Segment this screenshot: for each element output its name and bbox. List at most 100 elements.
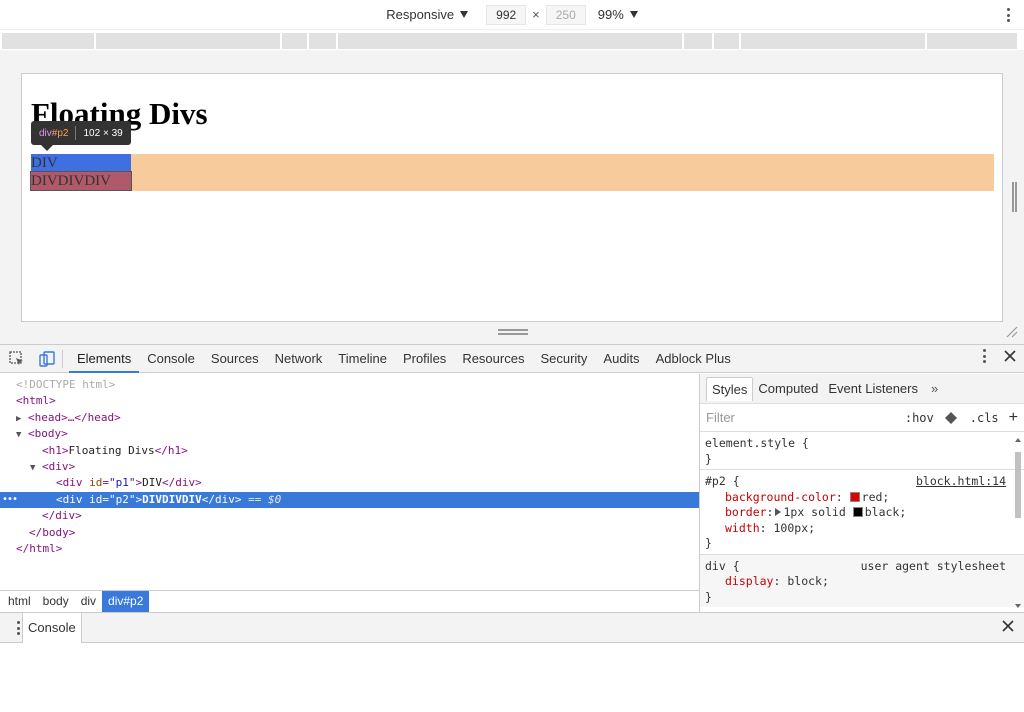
expand-shorthand-icon[interactable] <box>775 508 782 516</box>
ellipsis-icon[interactable]: ••• <box>2 492 18 508</box>
media-query-segment[interactable] <box>2 33 94 49</box>
media-query-segment[interactable] <box>927 33 1017 49</box>
inspect-element-icon[interactable] <box>8 350 26 368</box>
p2-style-rule[interactable]: #p2 { block.html:14 background-color: re… <box>700 470 1024 555</box>
scroll-up-icon[interactable] <box>1014 436 1022 444</box>
dom-body-close[interactable]: </body> <box>0 525 699 541</box>
breadcrumb: html body div div#p2 <box>0 590 699 612</box>
dom-div-close[interactable]: </div> <box>0 508 699 524</box>
page-viewport: Floating Divs DIV DIVDIVDIV div #p2 102 ×… <box>21 73 1003 322</box>
width-resize-handle[interactable] <box>1012 182 1017 212</box>
zoom-dropdown[interactable]: 99% <box>598 7 638 22</box>
tooltip-tag: div <box>39 127 52 139</box>
collapse-arrow-icon[interactable]: ▼ <box>16 427 28 443</box>
device-mode-label: Responsive <box>386 7 455 22</box>
dom-h1-node[interactable]: <h1>Floating Divs</h1> <box>0 443 699 459</box>
dom-head-node[interactable]: ▶ <head>…</head> <box>0 410 699 426</box>
media-query-bar <box>2 33 1019 49</box>
tab-sources[interactable]: Sources <box>203 345 267 373</box>
dom-p2-node-selected[interactable]: ••• <div id="p2">DIVDIVDIV</div> == $0 <box>0 491 699 509</box>
more-options-icon[interactable] <box>1006 8 1010 22</box>
viewport-height-input[interactable]: 250 <box>545 4 586 25</box>
media-query-segment[interactable] <box>684 33 712 49</box>
close-brace: } <box>705 589 712 604</box>
tab-resources[interactable]: Resources <box>454 345 532 373</box>
close-brace: } <box>705 536 712 550</box>
expand-arrow-icon[interactable]: ▶ <box>16 411 28 427</box>
breadcrumb-body[interactable]: body <box>37 591 75 612</box>
media-query-segment[interactable] <box>309 33 336 49</box>
tab-profiles[interactable]: Profiles <box>395 345 454 373</box>
display-property: display: block; <box>725 574 829 588</box>
border-property[interactable]: border: 1px solid black; <box>705 505 1020 521</box>
dollar-zero-marker: == $0 <box>248 492 282 506</box>
tab-computed[interactable]: Computed <box>753 377 823 401</box>
chevron-down-icon <box>460 11 469 18</box>
media-query-segment[interactable] <box>96 33 280 49</box>
device-mode-dropdown[interactable]: Responsive <box>386 7 469 22</box>
viewport-width-input[interactable]: 992 <box>486 4 527 25</box>
tab-styles[interactable]: Styles <box>706 376 754 401</box>
dom-doctype[interactable]: <!DOCTYPE html> <box>0 377 699 393</box>
breadcrumb-div[interactable]: div <box>75 591 102 612</box>
p2-div: DIVDIVDIV <box>30 171 132 191</box>
tab-security[interactable]: Security <box>532 345 595 373</box>
tab-audits[interactable]: Audits <box>595 345 647 373</box>
dom-body-node[interactable]: ▼ <body> <box>0 426 699 442</box>
tooltip-id: #p2 <box>51 127 69 139</box>
styles-pane: Styles Computed Event Listeners » Filter… <box>700 374 1024 612</box>
width-property[interactable]: width: 100px; <box>705 521 1020 537</box>
add-rule-icon[interactable]: + <box>1009 409 1018 427</box>
styles-scrollbar[interactable] <box>1014 434 1022 612</box>
black-swatch[interactable] <box>852 507 863 517</box>
close-icon[interactable] <box>1004 350 1016 362</box>
corner-resize-icon[interactable] <box>1006 326 1018 338</box>
tab-elements[interactable]: Elements <box>69 345 140 373</box>
device-toggle-icon[interactable] <box>38 350 56 368</box>
dom-html-node[interactable]: <html> <box>0 393 699 409</box>
media-query-segment[interactable] <box>741 33 925 49</box>
hover-state-button[interactable]: :hov <box>905 411 934 425</box>
breadcrumb-html[interactable]: html <box>2 591 37 612</box>
devtools-menu-icon[interactable] <box>982 349 986 363</box>
tab-network[interactable]: Network <box>267 345 331 373</box>
console-drawer-bar: Console <box>0 612 1024 643</box>
filter-input[interactable]: Filter <box>706 410 905 425</box>
dom-html-close[interactable]: </html> <box>0 541 699 557</box>
breadcrumb-div-p2[interactable]: div#p2 <box>102 591 150 612</box>
close-brace: } <box>705 451 712 466</box>
more-tabs-icon[interactable]: » <box>931 381 938 396</box>
device-stage: Floating Divs DIV DIVDIVDIV div #p2 102 ×… <box>0 50 1024 344</box>
chevron-down-icon <box>629 11 638 18</box>
dom-div-node[interactable]: ▼ <div> <box>0 459 699 475</box>
media-query-segment[interactable] <box>338 33 682 49</box>
element-style-rule[interactable]: element.style { } <box>700 432 1024 470</box>
collapse-arrow-icon[interactable]: ▼ <box>30 460 42 476</box>
height-resize-handle[interactable] <box>498 329 528 335</box>
tab-event-listeners[interactable]: Event Listeners <box>823 377 923 401</box>
user-agent-label: user agent stylesheet <box>860 558 1006 573</box>
tab-timeline[interactable]: Timeline <box>330 345 395 373</box>
media-query-segment[interactable] <box>282 33 307 49</box>
dom-p1-node[interactable]: <div id="p1">DIV</div> <box>0 475 699 491</box>
class-toggle-button[interactable]: .cls <box>970 411 999 425</box>
device-toolbar: Responsive 992 × 250 99% <box>0 0 1024 30</box>
div-ua-rule[interactable]: div { user agent stylesheet display: blo… <box>700 554 1024 607</box>
tab-adblock-plus[interactable]: Adblock Plus <box>648 345 739 373</box>
source-link[interactable]: block.html:14 <box>916 474 1006 490</box>
styles-tab-bar: Styles Computed Event Listeners » <box>700 374 1024 404</box>
drawer-tab-console[interactable]: Console <box>22 612 82 643</box>
container-div: DIV DIVDIVDIV <box>30 154 994 191</box>
red-swatch[interactable] <box>849 491 860 502</box>
tooltip-size: 102 × 39 <box>83 127 123 139</box>
paint-icon[interactable] <box>944 411 958 425</box>
close-icon[interactable] <box>1002 620 1014 632</box>
p1-div: DIV <box>31 154 131 172</box>
tab-console[interactable]: Console <box>139 345 203 373</box>
media-query-segment[interactable] <box>714 33 739 49</box>
scroll-down-icon[interactable] <box>1014 602 1022 610</box>
background-color-property[interactable]: background-color: red; <box>705 490 1020 506</box>
element-style-selector: element.style { <box>705 436 809 450</box>
drawer-menu-icon[interactable] <box>16 621 20 635</box>
zoom-label: 99% <box>597 7 624 22</box>
